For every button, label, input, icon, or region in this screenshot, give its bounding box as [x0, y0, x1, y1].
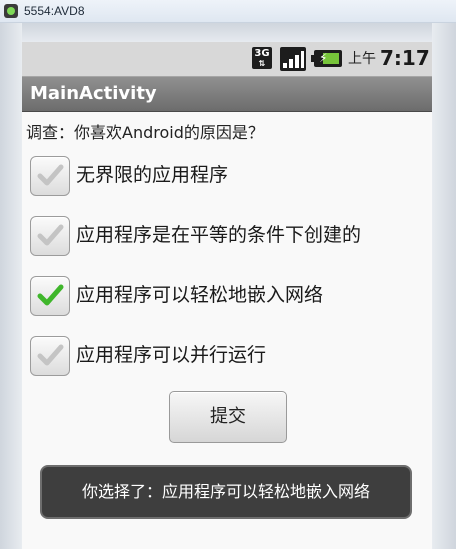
- option-label: 应用程序可以轻松地嵌入网络: [76, 284, 324, 306]
- survey-question: 调查：你喜欢Android的原因是？: [26, 123, 264, 142]
- emulator-app-icon: [4, 4, 18, 18]
- submit-button[interactable]: 提交: [169, 391, 287, 443]
- check-off-icon: [37, 164, 64, 186]
- check-off-icon: [37, 344, 64, 366]
- check-on-icon: [37, 284, 64, 306]
- toast-message: 你选择了：应用程序可以轻松地嵌入网络: [40, 465, 412, 519]
- network-type-label: 3G: [254, 48, 270, 59]
- option-checkbox[interactable]: [30, 156, 70, 196]
- option-checkbox[interactable]: [30, 276, 70, 316]
- option-run-parallel[interactable]: 应用程序可以并行运行: [30, 336, 420, 382]
- device-screen: 3G ⇅ ⚡ 上午 7:17 MainActivity 调查：你喜欢Androi…: [22, 42, 432, 549]
- emulator-titlebar: 5554:AVD8: [0, 0, 456, 23]
- window-title: 5554:AVD8: [24, 4, 85, 18]
- emulator-frame-left: [0, 23, 22, 549]
- emulator-frame-right: [432, 23, 456, 549]
- option-label: 无界限的应用程序: [76, 164, 229, 186]
- status-bar: 3G ⇅ ⚡ 上午 7:17: [22, 42, 432, 76]
- status-ampm: 上午: [348, 51, 376, 67]
- battery-charging-icon: ⚡: [311, 50, 342, 67]
- emulator-frame-top: [22, 23, 432, 42]
- option-equal-conditions[interactable]: 应用程序是在平等的条件下创建的: [30, 216, 420, 262]
- option-label: 应用程序可以并行运行: [76, 344, 267, 366]
- action-bar: MainActivity: [22, 76, 432, 112]
- signal-icon: [280, 47, 306, 71]
- option-checkbox[interactable]: [30, 336, 70, 376]
- 3g-icon: 3G ⇅: [252, 47, 272, 69]
- option-unlimited-apps[interactable]: 无界限的应用程序: [30, 156, 420, 202]
- option-label: 应用程序是在平等的条件下创建的: [76, 224, 362, 246]
- app-title: MainActivity: [30, 83, 157, 104]
- option-embed-web[interactable]: 应用程序可以轻松地嵌入网络: [30, 276, 420, 322]
- option-checkbox[interactable]: [30, 216, 70, 256]
- check-off-icon: [37, 224, 64, 246]
- status-clock: 7:17: [380, 46, 430, 70]
